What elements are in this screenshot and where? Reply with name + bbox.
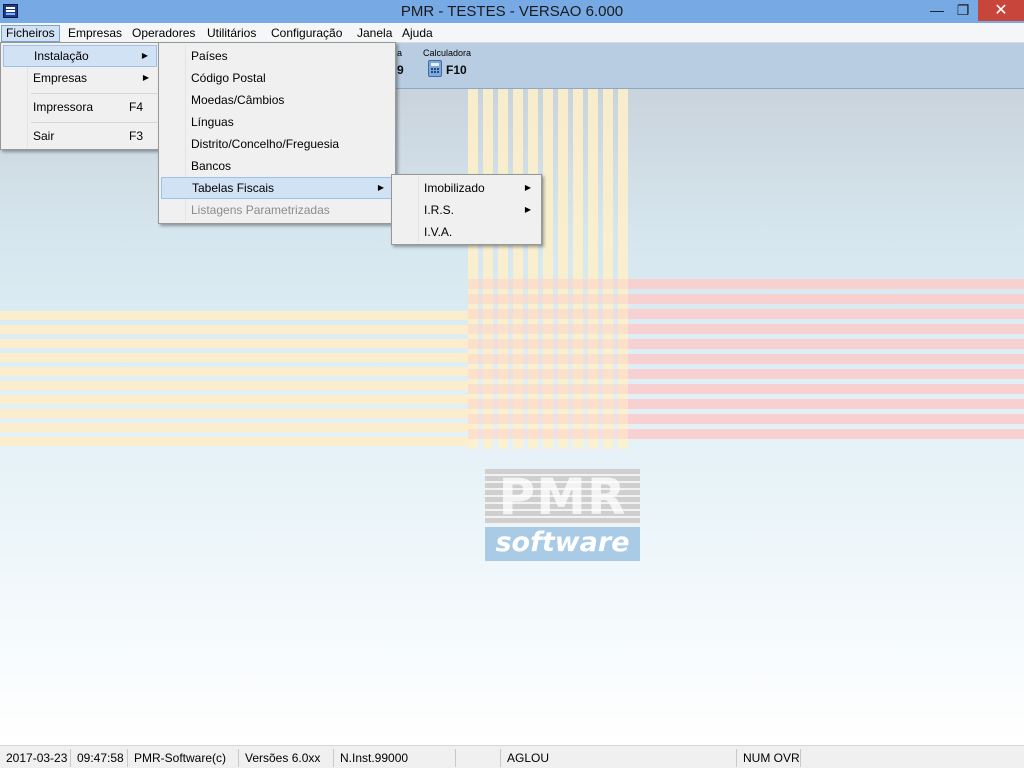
logo-software: software <box>485 527 640 561</box>
submenu-arrow-icon: ▶ <box>142 73 149 82</box>
menu-shortcut: F4 <box>128 100 143 114</box>
status-empty-panel <box>800 749 1024 767</box>
menu-empresas[interactable]: Empresas <box>64 25 126 42</box>
menu-operadores[interactable]: Operadores <box>128 25 199 42</box>
submenu-arrow-icon: ▶ <box>524 205 531 214</box>
menu-item-label: Tabelas Fiscais <box>192 181 275 195</box>
menu-item-bancos[interactable]: Bancos <box>161 155 393 177</box>
menu-item-label: Bancos <box>191 159 232 173</box>
menu-item-sair[interactable]: Sair F3 <box>3 125 157 147</box>
status-user: AGLOU <box>500 749 549 767</box>
menu-separator <box>31 122 157 123</box>
menu-configuracao[interactable]: Configuração <box>267 25 346 42</box>
status-empty-panel <box>455 749 495 767</box>
menu-item-linguas[interactable]: Línguas <box>161 111 393 133</box>
status-date: 2017-03-23 <box>6 751 68 765</box>
toolbar-partial-label: a <box>397 48 403 58</box>
restore-button[interactable]: ❐ <box>948 0 978 21</box>
menu-item-empresas[interactable]: Empresas ▶ <box>3 67 157 89</box>
menu-ficheiros[interactable]: Ficheiros <box>1 25 60 42</box>
instalacao-submenu: Países Código Postal Moedas/Câmbios Líng… <box>158 42 396 224</box>
submenu-arrow-icon: ▶ <box>141 51 148 60</box>
menu-item-label: Impressora <box>33 100 94 114</box>
window-title: PMR - TESTES - VERSAO 6.000 <box>400 3 624 20</box>
menu-item-paises[interactable]: Países <box>161 45 393 67</box>
menu-shortcut: F3 <box>128 129 143 143</box>
menu-item-iva[interactable]: I.V.A. <box>394 221 539 243</box>
menu-ajuda[interactable]: Ajuda <box>398 25 437 42</box>
calculator-icon[interactable] <box>428 60 442 77</box>
menu-item-tabelas-fiscais[interactable]: Tabelas Fiscais ▶ <box>161 177 393 199</box>
menu-item-label: Línguas <box>191 115 234 129</box>
status-company: PMR-Software(c) <box>127 749 226 767</box>
menu-item-label: Empresas <box>33 71 88 85</box>
menu-item-moedas-cambios[interactable]: Moedas/Câmbios <box>161 89 393 111</box>
menu-item-distrito-concelho-freguesia[interactable]: Distrito/Concelho/Freguesia <box>161 133 393 155</box>
toolbar-partial-key[interactable]: 9 <box>397 63 404 77</box>
menu-item-label: Listagens Parametrizadas <box>191 203 330 217</box>
menu-item-label: Distrito/Concelho/Freguesia <box>191 137 340 151</box>
status-time: 09:47:58 <box>70 749 124 767</box>
menu-item-label: Código Postal <box>191 71 266 85</box>
status-bar: 2017-03-23 09:47:58 PMR-Software(c) Vers… <box>0 745 1024 768</box>
menu-janela[interactable]: Janela <box>353 25 396 42</box>
title-bar: PMR - TESTES - VERSAO 6.000 — ❐ ✕ <box>0 0 1024 23</box>
menu-item-label: Sair <box>33 129 55 143</box>
menu-item-instalacao[interactable]: Instalação ▶ <box>3 45 157 67</box>
close-button[interactable]: ✕ <box>978 0 1024 21</box>
menu-item-listagens-parametrizadas: Listagens Parametrizadas <box>161 199 393 221</box>
logo-pmr: PMR <box>498 468 627 526</box>
submenu-arrow-icon: ▶ <box>377 183 384 192</box>
menu-item-imobilizado[interactable]: Imobilizado ▶ <box>394 177 539 199</box>
ficheiros-menu: Instalação ▶ Empresas ▶ Impressora F4 Sa… <box>0 42 160 150</box>
menu-item-label: Países <box>191 49 228 63</box>
menu-item-label: Instalação <box>34 49 89 63</box>
menu-item-label: Imobilizado <box>424 181 485 195</box>
menu-bar: Ficheiros Empresas Operadores Utilitário… <box>0 23 1024 43</box>
tabelas-fiscais-submenu: Imobilizado ▶ I.R.S. ▶ I.V.A. <box>391 174 542 245</box>
menu-item-codigo-postal[interactable]: Código Postal <box>161 67 393 89</box>
background-stripes-left <box>0 311 470 451</box>
background-stripes-center <box>468 279 628 444</box>
menu-item-label: I.V.A. <box>424 225 453 239</box>
status-installation: N.Inst.99000 <box>333 749 408 767</box>
calculator-label: Calculadora <box>423 48 472 58</box>
menu-item-label: Moedas/Câmbios <box>191 93 285 107</box>
menu-item-impressora[interactable]: Impressora F4 <box>3 96 157 118</box>
status-version: Versões 6.0xx <box>238 749 320 767</box>
calculator-key[interactable]: F10 <box>446 63 467 77</box>
status-keyboard-mode: NUM OVR <box>736 749 800 767</box>
menu-separator <box>31 93 157 94</box>
menu-utilitarios[interactable]: Utilitários <box>203 25 260 42</box>
menu-item-irs[interactable]: I.R.S. ▶ <box>394 199 539 221</box>
submenu-arrow-icon: ▶ <box>524 183 531 192</box>
menu-item-label: I.R.S. <box>424 203 455 217</box>
background-stripes-right <box>628 279 1024 439</box>
